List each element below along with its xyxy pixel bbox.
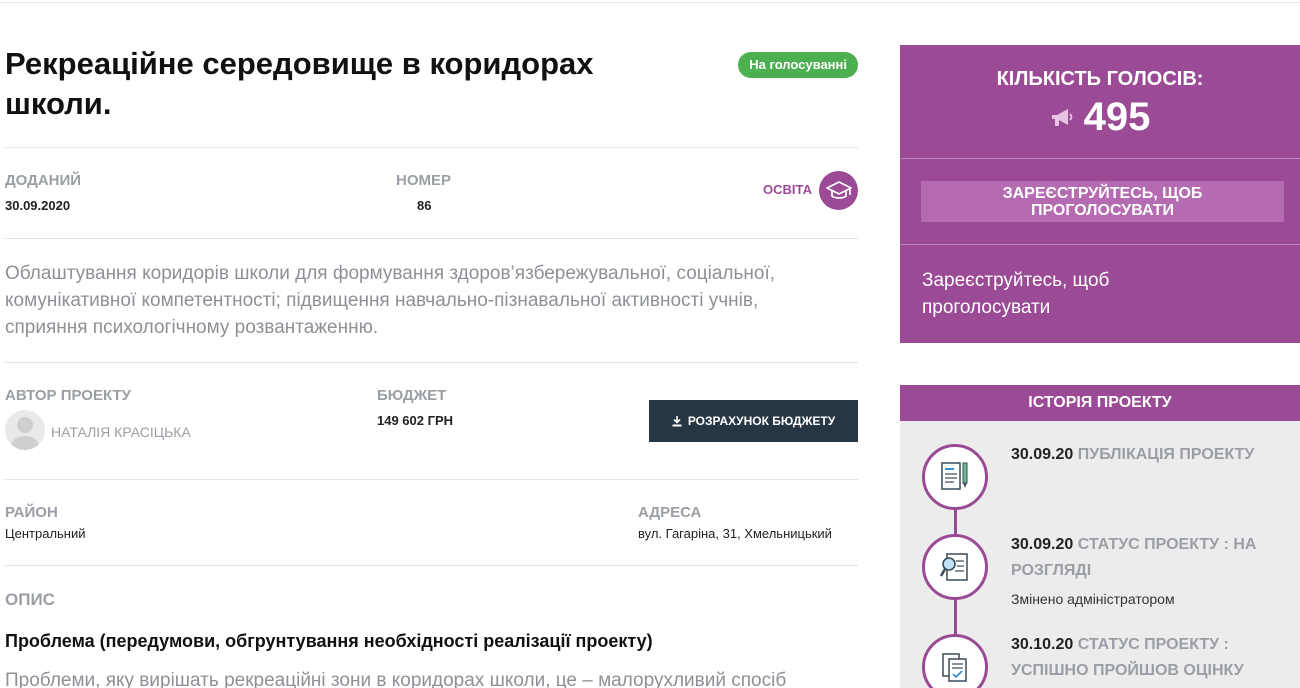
problem-text: Проблеми, яку вирішать рекреаційні зони … (5, 670, 787, 688)
project-summary: Облаштування коридорів школи для формува… (5, 263, 776, 338)
project-number: 86 (417, 198, 432, 213)
megaphone-icon (1051, 108, 1073, 126)
budget-calculation-button[interactable]: РОЗРАХУНОК БЮДЖЕТУ (649, 400, 858, 442)
divider (900, 158, 1300, 159)
divider (5, 362, 858, 363)
history-event: 30.09.20 ПУБЛІКАЦІЯ ПРОЕКТУ (1011, 446, 1255, 463)
added-label: ДОДАНИЙ (5, 172, 82, 189)
number-label: НОМЕР (396, 172, 452, 189)
district-label: РАЙОН (5, 504, 58, 521)
project-history: ІСТОРІЯ ПРОЕКТУ 30.09.20 ПУБЛІКАЦІЯ ПРОЕ… (900, 385, 1300, 688)
district-value: Центральний (5, 526, 86, 541)
vote-panel: КІЛЬКІСТЬ ГОЛОСІВ: 495 ЗАРЕЄСТРУЙТЕСЬ, Щ… (900, 45, 1300, 343)
project-main: Рекреаційне середовище в коридорах школи… (5, 0, 858, 688)
address-label: АДРЕСА (638, 504, 702, 521)
divider (5, 479, 858, 480)
register-text: Зареєструйтесь, щоб проголосувати (922, 270, 1110, 318)
budget-button-label: РОЗРАХУНОК БЮДЖЕТУ (687, 414, 836, 428)
vote-count: 495 (1083, 95, 1151, 139)
added-date: 30.09.2020 (5, 198, 71, 213)
history-event: 30.10.20 СТАТУС ПРОЕКТУ : УСПІШНО ПРОЙШО… (1011, 636, 1244, 679)
votes-title: КІЛЬКІСТЬ ГОЛОСІВ: (996, 68, 1204, 90)
problem-heading: Проблема (передумови, обгрунтування необ… (5, 631, 653, 651)
vote-count-row: 495 (900, 95, 1300, 140)
download-icon (672, 415, 682, 426)
budget-label: БЮДЖЕТ (377, 387, 447, 404)
address-value: вул. Гагаріна, 31, Хмельницький (638, 526, 832, 541)
divider (5, 238, 858, 239)
graduation-cap-icon[interactable] (819, 171, 858, 210)
description-label: ОПИС (5, 590, 55, 609)
page-title: Рекреаційне середовище в коридорах школи… (5, 46, 594, 121)
divider (5, 565, 858, 566)
divider (900, 244, 1300, 245)
avatar (5, 410, 45, 450)
author-label: АВТОР ПРОЕКТУ (5, 387, 132, 404)
status-badge: На голосуванні (738, 52, 858, 78)
author-name[interactable]: НАТАЛІЯ КРАСІЦЬКА (51, 424, 191, 440)
budget-value: 149 602 ГРН (377, 413, 454, 428)
register-to-vote-button[interactable]: ЗАРЕЄСТРУЙТЕСЬ, ЩОБ ПРОГОЛОСУВАТИ (921, 181, 1284, 222)
magnifier-document-icon (922, 534, 988, 600)
document-pen-icon (922, 444, 988, 510)
history-title: ІСТОРІЯ ПРОЕКТУ (900, 385, 1300, 421)
history-event-sub: Змінено адміністратором (1011, 591, 1175, 607)
category-label[interactable]: ОСВІТА (763, 182, 812, 197)
history-event: 30.09.20 СТАТУС ПРОЕКТУ : НА РОЗГЛЯДІ (1011, 536, 1257, 579)
approved-document-icon (922, 634, 988, 688)
divider (5, 147, 858, 148)
